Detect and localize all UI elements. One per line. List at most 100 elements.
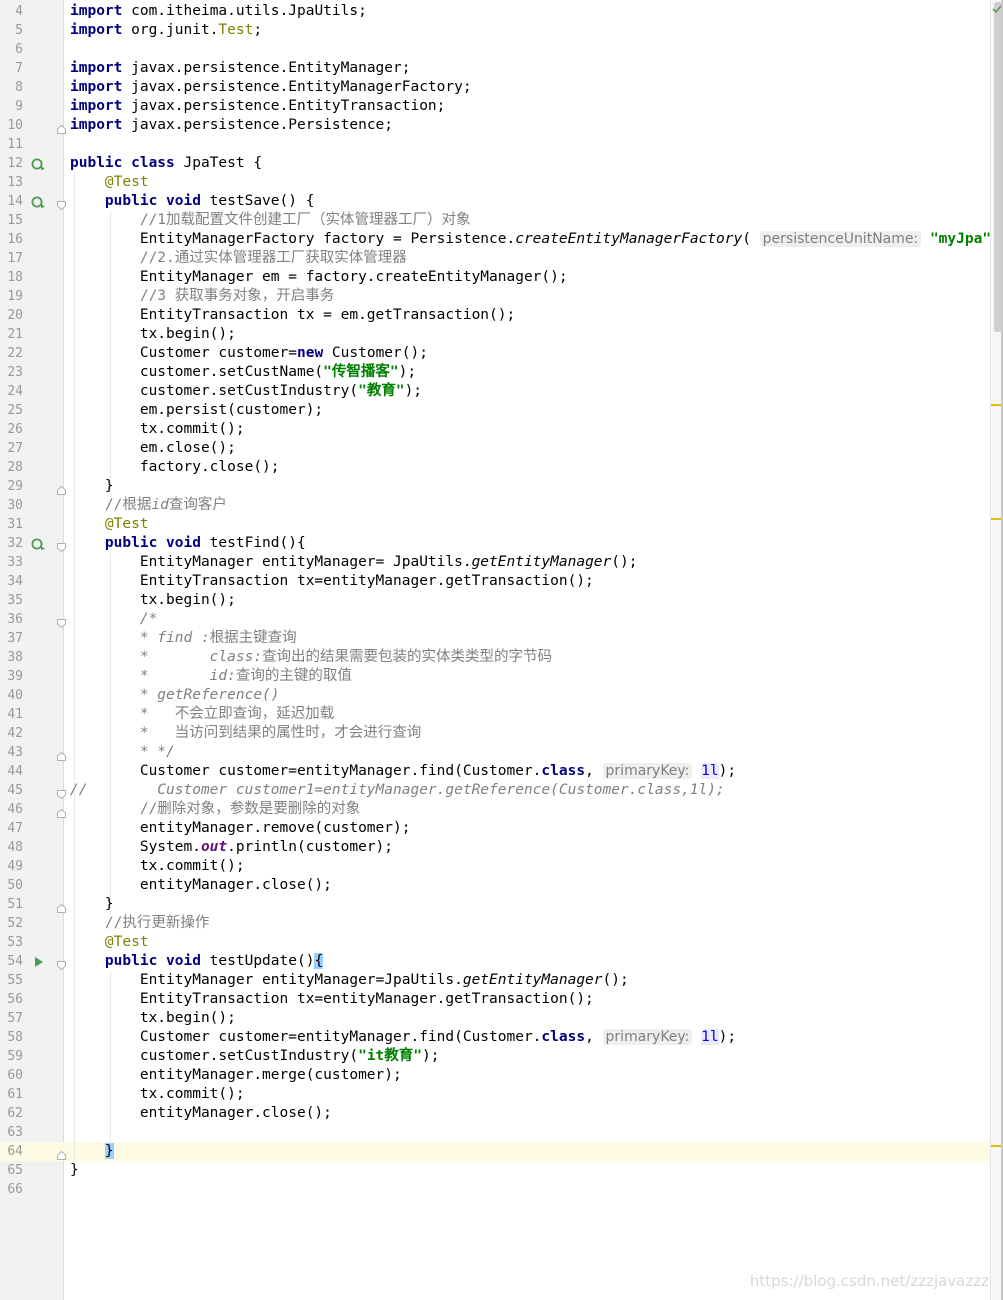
code-text[interactable]: public class JpaTest { [70,154,262,173]
code-text[interactable]: entityManager.merge(customer); [70,1066,402,1085]
code-text[interactable]: customer.setCustIndustry("it教育"); [70,1047,440,1066]
code-text[interactable]: //根据id查询客户 [70,496,227,515]
code-text[interactable]: EntityManagerFactory factory = Persisten… [70,230,1003,249]
code-text[interactable]: customer.setCustName("传智播客"); [70,363,416,382]
run-test-rerun-icon[interactable] [30,157,46,171]
code-line[interactable]: 5 import org.junit.Test; [0,21,990,40]
code-line[interactable]: 18 EntityManager em = factory.createEnti… [0,268,990,287]
code-line[interactable]: 49 tx.commit(); [0,857,990,876]
code-line[interactable]: 24 customer.setCustIndustry("教育"); [0,382,990,401]
code-text[interactable]: /* [70,610,157,629]
code-text[interactable]: Customer customer=new Customer(); [70,344,428,363]
code-line[interactable]: 66 [0,1180,990,1199]
code-line[interactable]: 55 EntityManager entityManager=JpaUtils.… [0,971,990,990]
code-line[interactable]: 20 EntityTransaction tx = em.getTransact… [0,306,990,325]
code-text[interactable]: * 不会立即查询，延迟加载 [70,705,334,724]
fold-marker-icon[interactable] [57,805,66,818]
code-text[interactable]: } [70,895,114,914]
code-text[interactable]: @Test [70,173,149,192]
fold-marker-icon[interactable] [57,121,66,134]
code-editor[interactable]: 4 import com.itheima.utils.JpaUtils; 5 impo… [0,2,1003,1199]
fold-marker-icon[interactable] [57,615,66,629]
code-line[interactable]: 38 * class:查询出的结果需要包装的实体类类型的字节码 [0,648,990,667]
code-text[interactable]: factory.close(); [70,458,280,477]
code-line[interactable]: 41 * 不会立即查询，延迟加载 [0,705,990,724]
code-text[interactable]: //2.通过实体管理器工厂获取实体管理器 [70,249,407,268]
code-text[interactable]: em.close(); [70,439,236,458]
code-text[interactable]: import javax.persistence.Persistence; [70,116,393,135]
code-line[interactable]: 39 * id:查询的主键的取值 [0,667,990,686]
code-line[interactable]: 25 em.persist(customer); [0,401,990,420]
code-text[interactable]: EntityManager entityManager=JpaUtils.get… [70,971,629,990]
run-test-rerun-icon[interactable] [30,195,46,209]
code-text[interactable]: //1加载配置文件创建工厂（实体管理器工厂）对象 [70,211,471,230]
code-line[interactable]: 14 public void testSave() { [0,192,990,211]
code-line[interactable]: 58 Customer customer=entityManager.find(… [0,1028,990,1047]
code-text[interactable]: tx.commit(); [70,1085,245,1104]
code-line[interactable]: 52 //执行更新操作 [0,914,990,933]
code-line[interactable]: 64 } [0,1142,990,1161]
code-line[interactable]: 36 /* [0,610,990,629]
code-text[interactable]: * id:查询的主键的取值 [70,667,352,686]
code-text[interactable]: //执行更新操作 [70,914,209,933]
fold-marker-icon[interactable] [57,786,66,800]
code-line[interactable]: 31 @Test [0,515,990,534]
code-text[interactable]: } [70,1142,114,1161]
code-line[interactable]: 16 EntityManagerFactory factory = Persis… [0,230,1003,249]
code-text[interactable]: } [70,1161,79,1180]
code-line[interactable]: 7 import javax.persistence.EntityManager; [0,59,990,78]
code-text[interactable]: import com.itheima.utils.JpaUtils; [70,2,367,21]
code-text[interactable]: System.out.println(customer); [70,838,393,857]
code-text[interactable]: //3 获取事务对象，开启事务 [70,287,334,306]
code-line[interactable]: 10 import javax.persistence.Persistence; [0,116,990,135]
code-line[interactable]: 11 [0,135,990,154]
code-text[interactable]: * class:查询出的结果需要包装的实体类类型的字节码 [70,648,552,667]
fold-marker-icon[interactable] [57,197,66,211]
code-line[interactable]: 63 [0,1123,990,1142]
code-text[interactable]: //删除对象，参数是要删除的对象 [70,800,360,819]
fold-marker-icon[interactable] [57,539,66,553]
code-text[interactable]: EntityTransaction tx = em.getTransaction… [70,306,515,325]
fold-marker-icon[interactable] [57,748,66,761]
code-text[interactable]: Customer customer=entityManager.find(Cus… [70,762,736,781]
code-text[interactable]: * find :根据主键查询 [70,629,297,648]
code-line[interactable]: 29 } [0,477,990,496]
code-text[interactable]: import javax.persistence.EntityManagerFa… [70,78,472,97]
code-text[interactable]: entityManager.close(); [70,876,332,895]
code-text[interactable]: } [70,477,114,496]
code-text[interactable]: customer.setCustIndustry("教育"); [70,382,422,401]
code-line[interactable]: 9 import javax.persistence.EntityTransact… [0,97,990,116]
code-text[interactable]: entityManager.close(); [70,1104,332,1123]
code-line[interactable]: 30 //根据id查询客户 [0,496,990,515]
code-text[interactable]: * */ [70,743,175,762]
code-text[interactable]: Customer customer=entityManager.find(Cus… [70,1028,736,1047]
code-text[interactable]: tx.begin(); [70,591,236,610]
code-line[interactable]: 8 import javax.persistence.EntityManagerF… [0,78,990,97]
code-line[interactable]: 40 * getReference() [0,686,990,705]
code-text[interactable]: tx.commit(); [70,857,245,876]
code-line[interactable]: 26 tx.commit(); [0,420,990,439]
code-line[interactable]: 54 public void testUpdate(){ [0,952,990,971]
code-text[interactable]: tx.commit(); [70,420,245,439]
code-text[interactable]: * getReference() [70,686,280,705]
code-line[interactable]: 35 tx.begin(); [0,591,990,610]
fold-marker-icon[interactable] [57,900,66,913]
code-line[interactable]: 19 //3 获取事务对象，开启事务 [0,287,990,306]
code-text[interactable]: EntityManager entityManager= JpaUtils.ge… [70,553,638,572]
code-line[interactable]: 44 Customer customer=entityManager.find(… [0,762,990,781]
code-line[interactable]: 56 EntityTransaction tx=entityManager.ge… [0,990,990,1009]
code-line[interactable]: 42 * 当访问到结果的属性时，才会进行查询 [0,724,990,743]
code-line[interactable]: 6 [0,40,990,59]
code-line[interactable]: 62 entityManager.close(); [0,1104,990,1123]
fold-marker-icon[interactable] [57,957,66,971]
fold-marker-icon[interactable] [57,482,66,495]
code-line[interactable]: 32 public void testFind(){ [0,534,990,553]
code-text[interactable]: entityManager.remove(customer); [70,819,411,838]
code-line[interactable]: 33 EntityManager entityManager= JpaUtils… [0,553,990,572]
code-text[interactable]: @Test [70,515,149,534]
code-text[interactable]: import javax.persistence.EntityManager; [70,59,410,78]
code-line[interactable]: 23 customer.setCustName("传智播客"); [0,363,990,382]
code-text[interactable]: tx.begin(); [70,325,236,344]
code-line[interactable]: 48 System.out.println(customer); [0,838,990,857]
code-line[interactable]: 13 @Test [0,173,990,192]
